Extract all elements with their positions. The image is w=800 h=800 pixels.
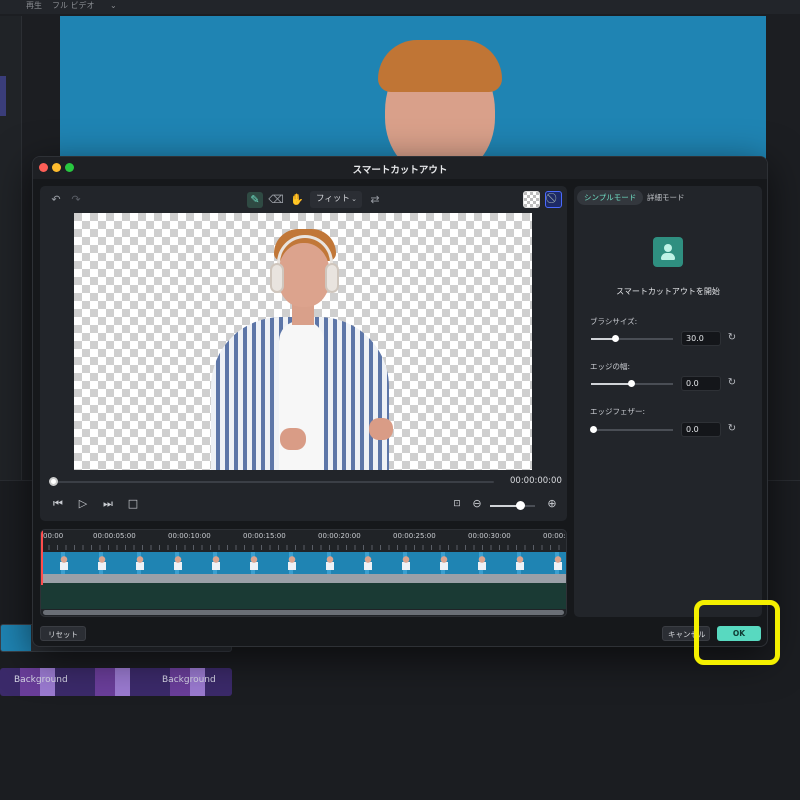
fit-frame-icon[interactable]: ⊡ <box>450 497 464 511</box>
smart-cutout-dialog: スマートカットアウト ↶ ↷ ✎ ⌫ ✋ フィット ⌄ ⇄ ⃠ <box>32 156 768 647</box>
brush-icon[interactable]: ✎ <box>247 192 263 208</box>
undo-icon[interactable]: ↶ <box>48 192 64 208</box>
preview-scrubber[interactable] <box>52 481 494 483</box>
ok-highlight-annotation <box>694 600 780 665</box>
tab-advanced-mode[interactable]: 詳細モード <box>640 190 692 205</box>
app-background-clip[interactable]: Background Background <box>0 668 232 696</box>
mask-track <box>41 583 566 609</box>
zoom-mode-dropdown[interactable]: フィット ⌄ <box>310 191 362 208</box>
play-icon[interactable]: ▷ <box>76 497 90 511</box>
zoom-slider-handle[interactable] <box>516 501 525 510</box>
ruler-tick-label: 00:00:05:00 <box>93 532 136 540</box>
edge-feather-label: エッジフェザー: <box>590 407 646 416</box>
ruler-tick-label: 00:00:3 <box>543 532 566 540</box>
dialog-title: スマートカットアウト <box>352 165 448 176</box>
chevron-down-icon[interactable]: ⌄ <box>110 0 117 12</box>
swap-icon[interactable]: ⇄ <box>367 192 383 208</box>
eraser-icon[interactable]: ⌫ <box>268 192 284 208</box>
prev-frame-icon[interactable]: ⏮ <box>51 497 65 511</box>
person-cutout-icon[interactable] <box>653 237 683 267</box>
ruler-tick-label: 00:00 <box>43 532 64 540</box>
ruler-tick-label: 00:00:10:00 <box>168 532 211 540</box>
timeline-playhead[interactable] <box>41 530 43 585</box>
edge-feather-slider[interactable] <box>591 429 673 431</box>
background-clip-label-2: Background <box>162 675 216 685</box>
transparent-view-button[interactable] <box>523 191 540 208</box>
preview-timecode: 00:00:00:00 <box>510 476 562 486</box>
editor-toolbar: ↶ ↷ ✎ ⌫ ✋ フィット ⌄ ⇄ ⃠ <box>40 186 567 214</box>
menu-playback[interactable]: 再生 <box>26 0 42 12</box>
reset-button[interactable]: リセット <box>40 626 86 641</box>
edge-width-slider-handle[interactable] <box>628 380 635 387</box>
ruler-tick-label: 00:00:15:00 <box>243 532 286 540</box>
brush-size-reset-icon[interactable]: ↻ <box>726 332 738 344</box>
cutout-timeline[interactable]: 00:00 00:00:05:00 00:00:10:00 00:00:15:0… <box>40 529 567 617</box>
hand-icon[interactable]: ✋ <box>289 192 305 208</box>
dialog-titlebar: スマートカットアウト <box>33 157 767 179</box>
app-menubar: 再生 フル ビデオ ⌄ <box>0 0 800 14</box>
zoom-mode-label: フィット <box>316 194 350 204</box>
ruler-tick-label: 00:00:20:00 <box>318 532 361 540</box>
redo-icon[interactable]: ↷ <box>68 192 84 208</box>
tab-simple-mode[interactable]: シンプルモード <box>577 190 644 205</box>
ruler-tick-label: 00:00:30:00 <box>468 532 511 540</box>
zoom-in-icon[interactable]: ⊕ <box>545 497 559 511</box>
menu-full-video[interactable]: フル ビデオ <box>52 0 95 12</box>
edge-feather-reset-icon[interactable]: ↻ <box>726 423 738 435</box>
edge-width-label: エッジの幅: <box>590 362 631 371</box>
edge-width-reset-icon[interactable]: ↻ <box>726 377 738 389</box>
timeline-ruler[interactable]: 00:00 00:00:05:00 00:00:10:00 00:00:15:0… <box>41 530 566 550</box>
mask-strip <box>41 574 566 583</box>
mask-view-button[interactable]: ⃠ <box>545 191 562 208</box>
edge-feather-input[interactable]: 0.0 <box>681 422 721 437</box>
brush-size-slider-handle[interactable] <box>612 335 619 342</box>
brush-size-label: ブラシサイズ: <box>590 317 638 326</box>
stop-icon[interactable]: □ <box>126 497 140 511</box>
brush-size-input[interactable]: 30.0 <box>681 331 721 346</box>
cutout-canvas[interactable] <box>74 213 532 470</box>
zoom-out-icon[interactable]: ⊖ <box>470 497 484 511</box>
edge-feather-slider-handle[interactable] <box>590 426 597 433</box>
next-frame-icon[interactable]: ⏭ <box>101 497 115 511</box>
edge-width-input[interactable]: 0.0 <box>681 376 721 391</box>
chevron-down-icon: ⌄ <box>351 195 357 203</box>
timeline-scrollbar[interactable] <box>43 610 564 615</box>
background-clip-label: Background <box>14 675 68 685</box>
scrubber-handle[interactable] <box>49 477 58 486</box>
video-filmstrip[interactable] <box>41 552 566 574</box>
cutout-editor: ↶ ↷ ✎ ⌫ ✋ フィット ⌄ ⇄ ⃠ 00:00 <box>40 186 567 521</box>
ruler-tick-label: 00:00:25:00 <box>393 532 436 540</box>
app-left-strip <box>0 16 22 486</box>
settings-panel: シンプルモード 詳細モード スマートカットアウトを開始 ブラシサイズ: 30.0… <box>574 186 762 617</box>
start-cutout-label[interactable]: スマートカットアウトを開始 <box>574 286 762 297</box>
